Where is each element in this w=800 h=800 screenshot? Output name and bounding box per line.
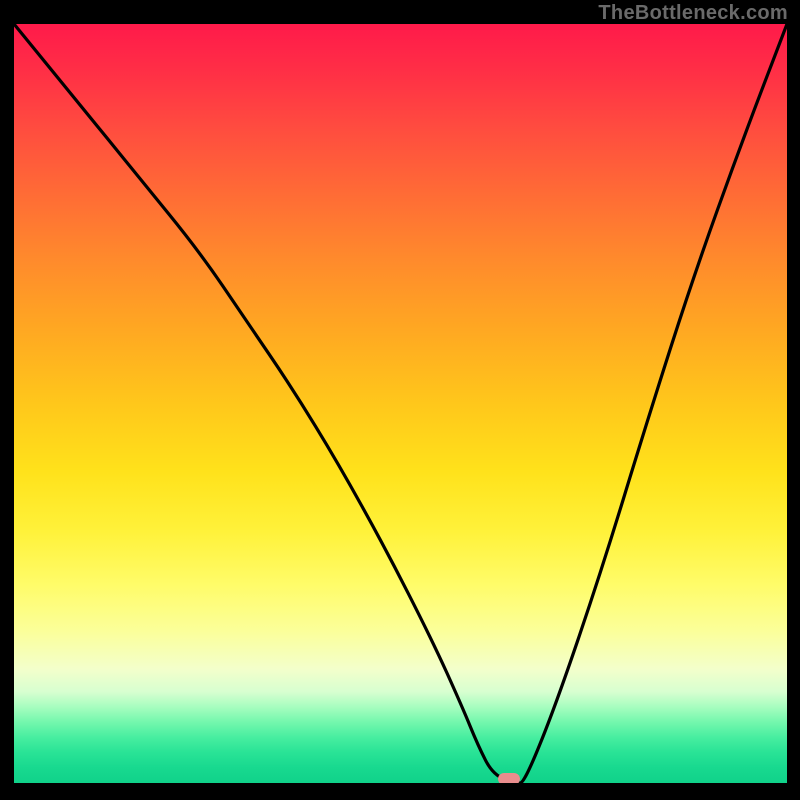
- optimal-point-marker: [498, 773, 520, 783]
- plot-area: [14, 24, 787, 783]
- chart-frame: TheBottleneck.com: [0, 0, 800, 800]
- bottleneck-curve: [14, 24, 787, 783]
- plot-inner: [14, 24, 787, 783]
- watermark-text: TheBottleneck.com: [598, 2, 788, 25]
